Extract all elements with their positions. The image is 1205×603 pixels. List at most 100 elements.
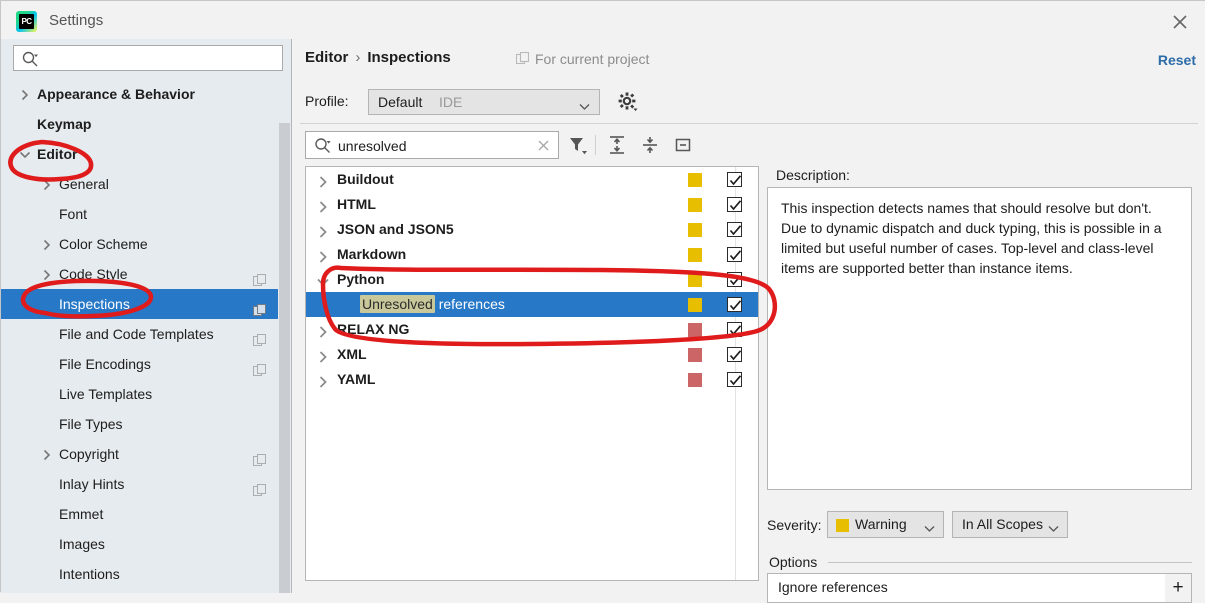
profile-select-suffix: IDE — [439, 94, 463, 110]
sidebar-item-code-style[interactable]: Code Style — [1, 259, 291, 289]
scope-select[interactable]: In All Scopes — [952, 511, 1068, 538]
sidebar-item-file-types[interactable]: File Types — [1, 409, 291, 439]
sidebar-scrollbar-thumb[interactable] — [279, 123, 290, 593]
inspection-checkbox[interactable] — [727, 172, 742, 187]
breadcrumb-root[interactable]: Editor — [305, 49, 348, 66]
severity-swatch[interactable] — [688, 298, 702, 312]
inspection-row[interactable]: RELAX NG — [306, 317, 758, 342]
copy-settings-icon[interactable] — [253, 447, 267, 466]
chevron-right-icon[interactable] — [316, 242, 330, 267]
sidebar-item-label: Inlay Hints — [59, 476, 125, 492]
copy-settings-icon[interactable] — [253, 327, 267, 346]
sidebar-item-editor[interactable]: Editor — [1, 139, 291, 169]
inspection-checkbox[interactable] — [727, 222, 742, 237]
severity-swatch[interactable] — [688, 248, 702, 262]
severity-swatch[interactable] — [688, 273, 702, 287]
severity-swatch[interactable] — [688, 198, 702, 212]
sidebar-item-general[interactable]: General — [1, 169, 291, 199]
sidebar-scrollbar-track[interactable] — [278, 77, 291, 593]
copy-settings-icon[interactable] — [253, 267, 267, 286]
sidebar-item-images[interactable]: Images — [1, 529, 291, 559]
sidebar-item-keymap[interactable]: Keymap — [1, 109, 291, 139]
inspection-checkbox[interactable] — [727, 272, 742, 287]
clear-search-icon[interactable] — [536, 138, 551, 153]
chevron-right-icon[interactable] — [316, 367, 330, 392]
inspection-row[interactable]: Unresolved references — [306, 292, 758, 317]
inspection-search-box[interactable] — [305, 131, 559, 159]
chevron-right-icon[interactable] — [41, 229, 53, 259]
sidebar-item-copyright[interactable]: Copyright — [1, 439, 291, 469]
sidebar-search-input[interactable] — [42, 48, 280, 69]
options-list[interactable]: Ignore references — [767, 573, 1192, 603]
copy-settings-icon[interactable] — [253, 477, 267, 496]
chevron-down-icon[interactable] — [19, 139, 31, 169]
chevron-right-icon[interactable] — [316, 192, 330, 217]
sidebar-item-color-scheme[interactable]: Color Scheme — [1, 229, 291, 259]
inspection-row[interactable]: Markdown — [306, 242, 758, 267]
expand-all-icon[interactable] — [605, 133, 629, 157]
chevron-right-icon[interactable] — [41, 439, 53, 469]
copy-settings-icon[interactable] — [253, 357, 267, 376]
inspection-row[interactable]: Python — [306, 267, 758, 292]
sidebar-search-box[interactable] — [13, 45, 283, 71]
severity-swatch[interactable] — [688, 323, 702, 337]
copy-scope-icon — [515, 51, 530, 66]
collapse-box-icon[interactable] — [671, 133, 695, 157]
sidebar-item-file-and-code-templates[interactable]: File and Code Templates — [1, 319, 291, 349]
inspection-checkbox[interactable] — [727, 297, 742, 312]
inspection-search-input[interactable] — [336, 135, 532, 156]
severity-swatch — [836, 519, 849, 532]
severity-swatch[interactable] — [688, 348, 702, 362]
sidebar-item-file-encodings[interactable]: File Encodings — [1, 349, 291, 379]
header-divider — [300, 123, 1198, 124]
copy-settings-icon[interactable] — [253, 297, 267, 316]
inspection-label: XML — [337, 346, 367, 362]
options-list-item[interactable]: Ignore references — [778, 579, 888, 595]
sidebar-item-label: Appearance & Behavior — [37, 86, 195, 102]
severity-swatch[interactable] — [688, 173, 702, 187]
sidebar-item-emmet[interactable]: Emmet — [1, 499, 291, 529]
inspection-row[interactable]: YAML — [306, 367, 758, 392]
chevron-right-icon[interactable] — [316, 217, 330, 242]
scope-value: In All Scopes — [962, 516, 1043, 532]
inspection-checkbox[interactable] — [727, 322, 742, 337]
window-title: Settings — [49, 12, 104, 29]
inspection-checkbox[interactable] — [727, 197, 742, 212]
severity-swatch[interactable] — [688, 223, 702, 237]
profile-select-value: Default — [378, 94, 423, 110]
filter-icon[interactable] — [566, 133, 590, 157]
inspection-checkbox[interactable] — [727, 372, 742, 387]
add-option-button[interactable]: + — [1165, 573, 1192, 603]
sidebar-item-inlay-hints[interactable]: Inlay Hints — [1, 469, 291, 499]
sidebar-item-font[interactable]: Font — [1, 199, 291, 229]
chevron-right-icon[interactable] — [316, 317, 330, 342]
chevron-right-icon[interactable] — [41, 259, 53, 289]
profile-settings-gear-button[interactable] — [616, 89, 640, 115]
sidebar-item-inspections[interactable]: Inspections — [1, 289, 291, 319]
chevron-right-icon[interactable] — [316, 167, 330, 192]
sidebar-item-label: Editor — [37, 146, 78, 162]
settings-sidebar: Appearance & Behavior Keymap Editor General… — [1, 39, 291, 593]
profile-select[interactable]: Default IDE — [368, 89, 600, 115]
inspection-label: Python — [337, 271, 385, 287]
chevron-down-icon[interactable] — [316, 267, 330, 292]
chevron-right-icon[interactable] — [41, 169, 53, 199]
collapse-all-icon[interactable] — [638, 133, 662, 157]
chevron-right-icon[interactable] — [19, 79, 31, 109]
inspection-match-highlight: Unresolved — [360, 295, 435, 313]
sidebar-item-intentions[interactable]: Intentions — [1, 559, 291, 589]
sidebar-item-live-templates[interactable]: Live Templates — [1, 379, 291, 409]
chevron-right-icon[interactable] — [316, 342, 330, 367]
close-icon[interactable] — [1168, 10, 1192, 34]
severity-select[interactable]: Warning — [827, 511, 944, 538]
severity-swatch[interactable] — [688, 373, 702, 387]
sidebar-item-appearance-behavior[interactable]: Appearance & Behavior — [1, 79, 291, 109]
inspection-row[interactable]: JSON and JSON5 — [306, 217, 758, 242]
inspection-checkbox[interactable] — [727, 247, 742, 262]
sidebar-item-label: Copyright — [59, 446, 119, 462]
inspection-row[interactable]: XML — [306, 342, 758, 367]
inspection-checkbox[interactable] — [727, 347, 742, 362]
inspection-row[interactable]: HTML — [306, 192, 758, 217]
reset-button[interactable]: Reset — [1158, 52, 1196, 68]
inspection-row[interactable]: Buildout — [306, 167, 758, 192]
